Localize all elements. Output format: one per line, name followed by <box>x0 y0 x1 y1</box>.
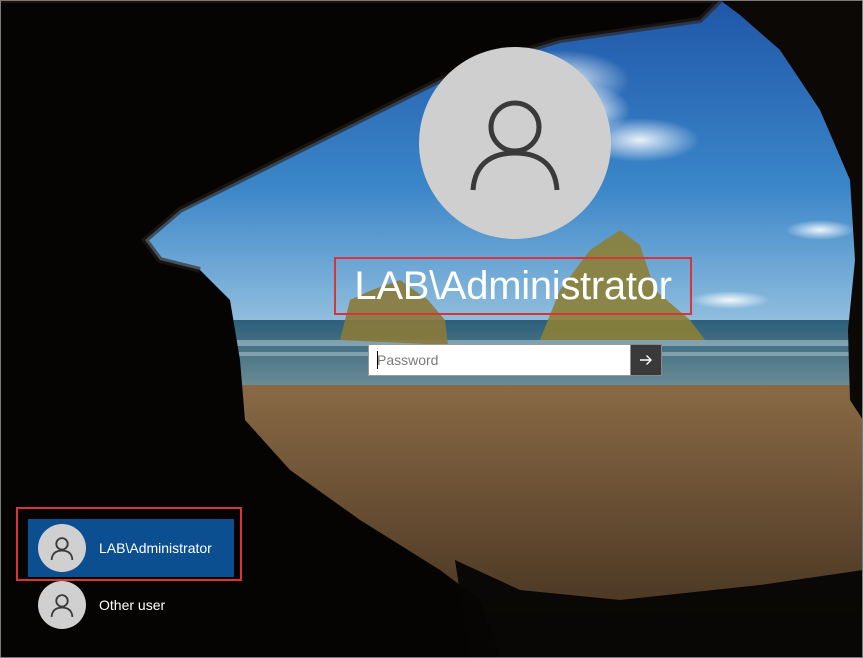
user-list-item-administrator[interactable]: LAB\Administrator <box>28 519 234 577</box>
avatar <box>38 581 86 629</box>
lock-screen: LAB\Administrator LAB\Administrator Othe… <box>0 0 863 658</box>
avatar <box>38 524 86 572</box>
user-silhouette-icon <box>50 594 74 618</box>
user-list-item-label: Other user <box>99 597 166 613</box>
password-input[interactable] <box>368 344 630 376</box>
user-list-item-label: LAB\Administrator <box>99 540 212 556</box>
password-field-group <box>368 344 662 376</box>
username-title: LAB\Administrator <box>334 257 692 315</box>
text-caret <box>377 351 378 369</box>
user-silhouette-icon <box>50 537 74 561</box>
arrow-right-icon <box>640 355 652 365</box>
submit-button[interactable] <box>630 344 662 376</box>
user-silhouette-icon <box>470 100 560 191</box>
user-avatar-large <box>419 47 611 239</box>
user-list-item-other-user[interactable]: Other user <box>28 576 234 634</box>
